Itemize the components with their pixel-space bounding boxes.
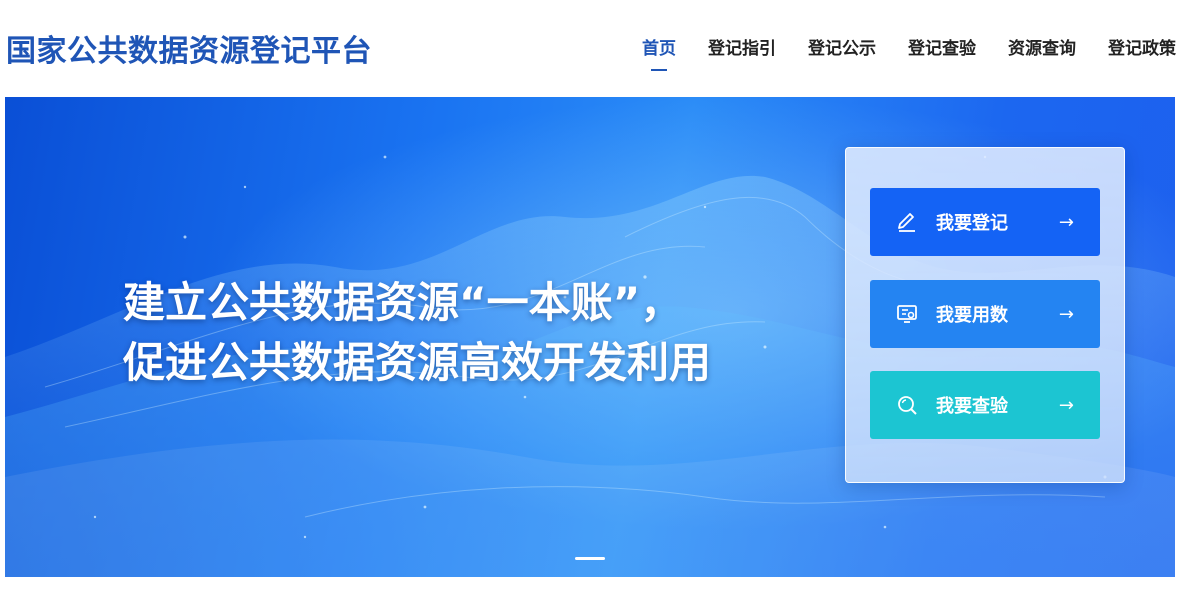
verify-button-label: 我要查验 <box>936 396 1008 417</box>
pen-icon <box>896 211 918 233</box>
slogan-line-2: 促进公共数据资源高效开发利用 <box>123 338 712 387</box>
nav-item-label: 登记查验 <box>908 39 976 59</box>
search-icon <box>896 394 918 416</box>
header: 国家公共数据资源登记平台 首页 登记指引 登记公示 登记查验 资源查询 登记政策 <box>0 0 1188 96</box>
register-button[interactable]: 我要登记 → <box>870 188 1100 256</box>
nav-item-label: 登记指引 <box>708 39 776 59</box>
verify-button[interactable]: 我要查验 → <box>870 371 1100 439</box>
arrow-right-icon: → <box>1058 303 1074 325</box>
nav-item-label: 首页 <box>642 39 676 59</box>
nav-item-label: 登记政策 <box>1108 39 1176 59</box>
use-data-button[interactable]: 我要用数 → <box>870 280 1100 348</box>
banner-slogan: 建立公共数据资源“一本账”， 促进公共数据资源高效开发利用 <box>123 273 711 393</box>
nav-item-verify[interactable]: 登记查验 <box>892 34 992 59</box>
site-title[interactable]: 国家公共数据资源登记平台 <box>6 26 372 70</box>
nav-item-policy[interactable]: 登记政策 <box>1092 34 1176 59</box>
nav-item-publicity[interactable]: 登记公示 <box>792 34 892 59</box>
nav-item-resource-query[interactable]: 资源查询 <box>992 34 1092 59</box>
data-screen-icon <box>896 303 918 325</box>
nav-item-home[interactable]: 首页 <box>626 34 692 71</box>
nav-item-label: 登记公示 <box>808 39 876 59</box>
slogan-line-1: 建立公共数据资源“一本账”， <box>123 278 683 327</box>
main-nav: 首页 登记指引 登记公示 登记查验 资源查询 登记政策 <box>626 34 1176 71</box>
register-button-label: 我要登记 <box>936 213 1008 234</box>
hero-banner: 建立公共数据资源“一本账”， 促进公共数据资源高效开发利用 我要登记 → 我要用… <box>5 97 1175 577</box>
nav-item-guide[interactable]: 登记指引 <box>692 34 792 59</box>
arrow-right-icon: → <box>1058 211 1074 233</box>
nav-item-label: 资源查询 <box>1008 39 1076 59</box>
arrow-right-icon: → <box>1058 394 1074 416</box>
active-underline <box>651 69 667 71</box>
carousel-indicator[interactable] <box>575 557 605 560</box>
quick-action-panel: 我要登记 → 我要用数 → 我要查验 → <box>845 147 1125 483</box>
use-data-button-label: 我要用数 <box>936 305 1008 326</box>
